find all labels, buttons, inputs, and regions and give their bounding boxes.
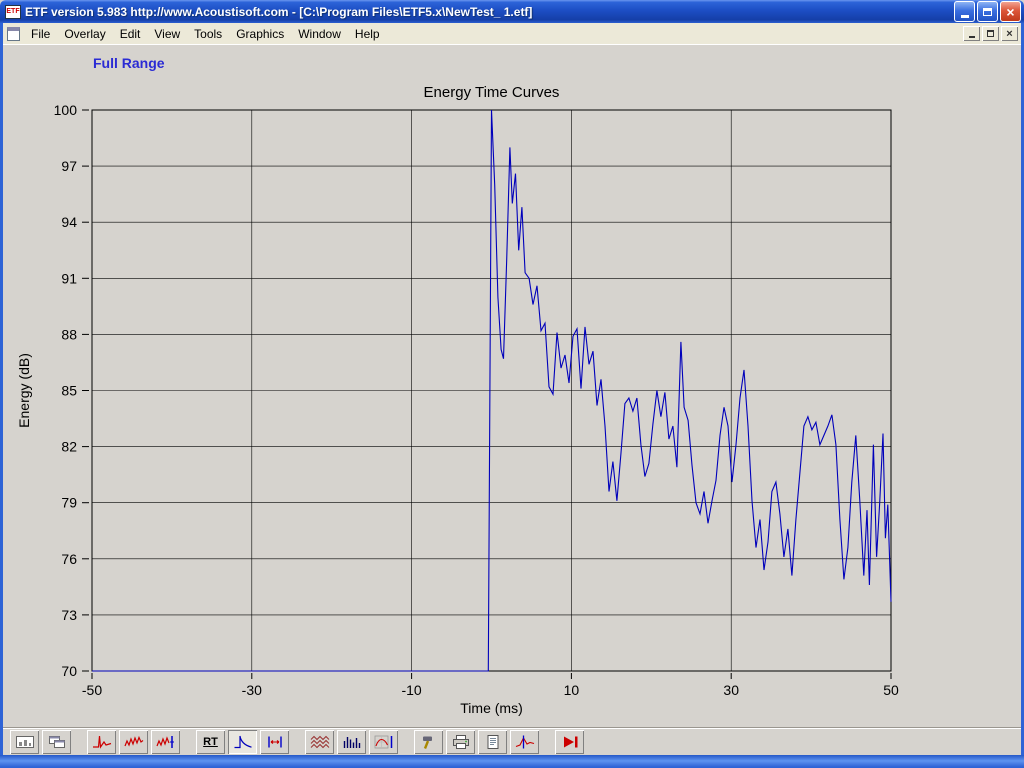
x-tick-label: 10 [564, 682, 580, 698]
x-tick-label: -50 [82, 682, 102, 698]
toolbar-button-spectrogram[interactable] [337, 729, 366, 754]
printer-icon [452, 734, 469, 749]
freq-icon [123, 735, 143, 747]
menu-help[interactable]: Help [348, 24, 387, 44]
toolbar-button-cascade-windows[interactable] [42, 729, 71, 754]
y-axis-title: Energy (dB) [16, 353, 32, 428]
menu-view[interactable]: View [147, 24, 187, 44]
toolbar-button-notes[interactable] [478, 729, 507, 754]
etf-app-icon: ETF [5, 4, 21, 19]
mdi-restore-button[interactable] [982, 26, 999, 41]
toolbar-buttons: RT [10, 729, 587, 754]
client-area: Full Range 70 73 76 79 82 85 88 91 94 97 100 -50 -30… [3, 45, 1021, 727]
maximize-button[interactable] [977, 1, 998, 22]
x-tick-label: -30 [242, 682, 262, 698]
impulse-icon [92, 735, 111, 749]
etf-document-icon [7, 26, 20, 41]
y-tick-label: 76 [61, 551, 77, 567]
freqphase-icon [155, 735, 174, 748]
y-tick-label: 100 [54, 102, 78, 118]
mdi-restore-icon [987, 30, 994, 37]
menu-bar: File Overlay Edit View Tools Graphics Window He… [3, 23, 1021, 45]
gate-icon [267, 736, 282, 747]
mdi-minimize-button[interactable] [963, 26, 980, 41]
mdi-close-button[interactable]: × [1001, 26, 1018, 41]
toolbar-button-tools[interactable] [414, 729, 443, 754]
cascade-icon [48, 735, 65, 748]
minimize-icon [960, 15, 969, 18]
menu-edit[interactable]: Edit [113, 24, 148, 44]
play-icon [563, 736, 577, 747]
toolbar-button-label: RT [203, 735, 218, 748]
close-button[interactable]: × [1000, 1, 1021, 22]
y-tick-label: 82 [61, 439, 77, 455]
toolbar-button-gated-window[interactable] [260, 729, 289, 754]
window-left-border [0, 23, 3, 755]
toolbar-button-frequency-response[interactable] [119, 729, 148, 754]
y-tick-label: 73 [61, 607, 77, 623]
x-tick-label: 30 [723, 682, 739, 698]
y-tick-label: 91 [61, 270, 77, 286]
toolbar-button-run-measurement[interactable] [555, 729, 584, 754]
window-bottom-border [0, 755, 1024, 768]
toolbar-button-energy-time-curve[interactable] [228, 729, 257, 754]
y-tick-label: 70 [61, 663, 77, 679]
maximize-icon [983, 7, 992, 16]
toolbar-button-time-record[interactable] [10, 729, 39, 754]
minimize-button[interactable] [954, 1, 975, 22]
y-tick-label: 94 [61, 214, 77, 230]
toolbar: RT [3, 727, 1021, 755]
y-tick-label: 85 [61, 383, 77, 399]
mdi-controls: × [963, 26, 1018, 41]
toolbar-button-reverb-time[interactable]: RT [196, 729, 225, 754]
window-title: ETF version 5.983 http://www.Acoustisoft… [25, 4, 533, 19]
toolbar-button-print[interactable] [446, 729, 475, 754]
y-tick-label: 88 [61, 326, 77, 342]
menu-window[interactable]: Window [291, 24, 348, 44]
toolbar-button-phase-response[interactable] [151, 729, 180, 754]
etc-icon [234, 735, 252, 748]
document-icon [487, 734, 498, 749]
y-tick-label: 79 [61, 495, 77, 511]
toolbar-button-impulse-response[interactable] [87, 729, 116, 754]
title-bar: ETF ETF version 5.983 http://www.Acousti… [0, 0, 1024, 23]
gridcurve-icon [374, 735, 392, 748]
menu-tools[interactable]: Tools [187, 24, 229, 44]
y-tick-label: 97 [61, 158, 77, 174]
meter-icon [15, 735, 34, 748]
x-tick-label: -10 [401, 682, 421, 698]
waterfall-icon [310, 735, 329, 748]
caption-buttons: × [954, 1, 1021, 22]
mdi-minimize-icon [968, 36, 975, 38]
x-tick-label: 50 [883, 682, 899, 698]
menu-overlay[interactable]: Overlay [57, 24, 112, 44]
menu-graphics[interactable]: Graphics [229, 24, 291, 44]
toolbar-button-waterfall[interactable] [305, 729, 334, 754]
etc-chart: 70 73 76 79 82 85 88 91 94 97 100 -50 -30 -10 10 30 50 En… [16, 84, 899, 716]
view-range-label: Full Range [93, 55, 165, 71]
chart-title: Energy Time Curves [424, 84, 560, 101]
menu-file[interactable]: File [24, 24, 57, 44]
hammer-icon [422, 736, 432, 749]
menu-items: File Overlay Edit View Tools Graphics Window He… [24, 24, 387, 44]
spectro-icon [343, 736, 360, 748]
cursorplot-icon [515, 735, 534, 748]
x-axis-title: Time (ms) [460, 700, 522, 716]
toolbar-button-grid-plot[interactable] [369, 729, 398, 754]
toolbar-button-cursor-plot[interactable] [510, 729, 539, 754]
